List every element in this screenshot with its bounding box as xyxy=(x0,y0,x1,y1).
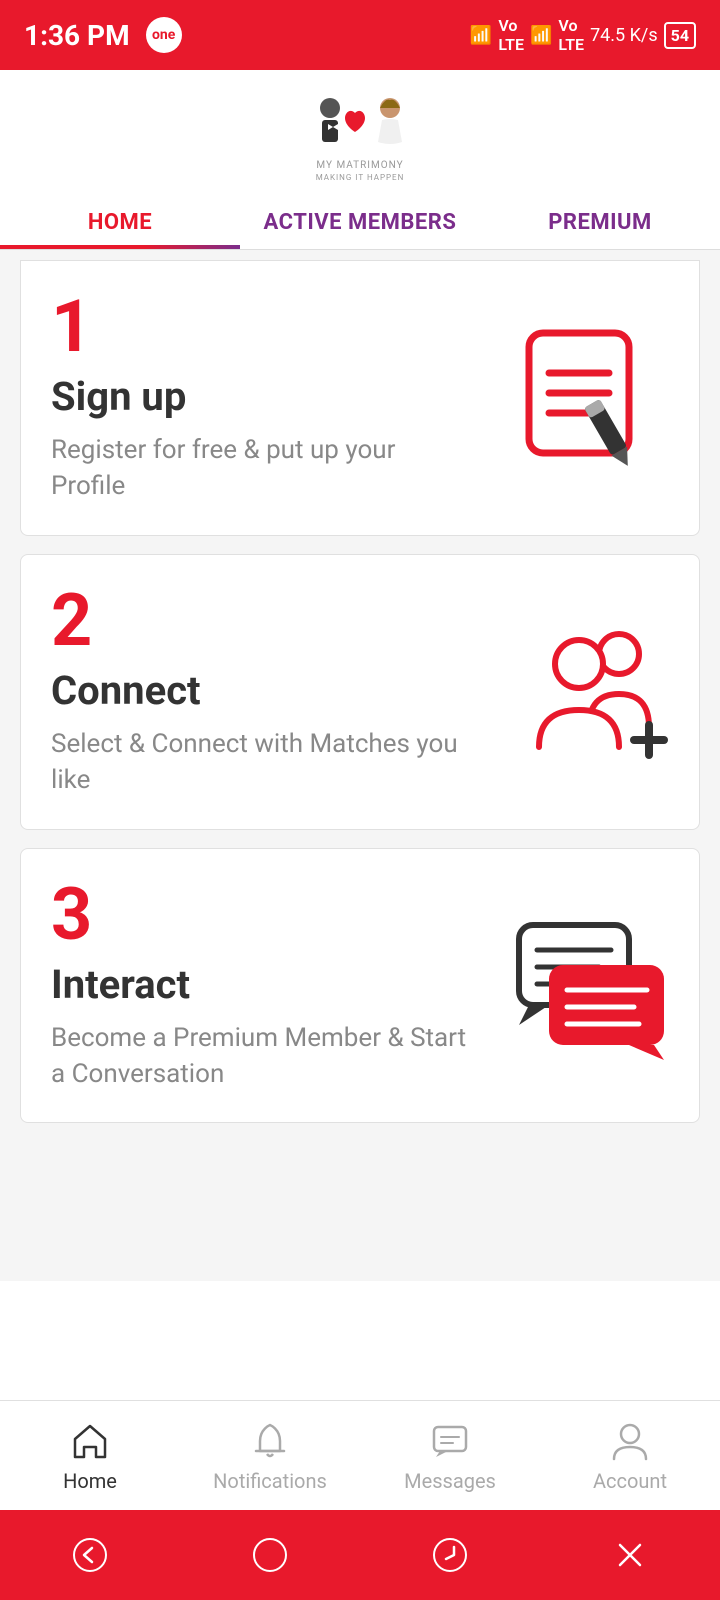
step-card-1: 1 Sign up Register for free & put up you… xyxy=(20,260,700,536)
step-2-desc: Select & Connect with Matches you like xyxy=(51,726,469,799)
android-home-button[interactable] xyxy=(240,1525,300,1585)
step-1-number: 1 xyxy=(51,291,469,363)
tab-premium[interactable]: PREMIUM xyxy=(480,192,720,249)
bottom-nav-home[interactable]: Home xyxy=(0,1401,180,1510)
android-back-button[interactable] xyxy=(60,1525,120,1585)
step-card-2: 2 Connect Select & Connect with Matches … xyxy=(20,554,700,830)
step-2-title: Connect xyxy=(51,667,469,714)
signup-icon xyxy=(509,318,669,478)
status-time: 1:36 PM xyxy=(24,19,130,52)
android-back-icon xyxy=(70,1535,110,1575)
bottom-nav-messages[interactable]: Messages xyxy=(360,1401,540,1510)
battery-indicator: 54 xyxy=(664,22,696,49)
tab-active-members[interactable]: ACTIVE MEMBERS xyxy=(240,192,480,249)
bell-icon xyxy=(248,1419,292,1463)
step-2-number: 2 xyxy=(51,585,469,657)
android-home-icon xyxy=(250,1535,290,1575)
android-recent-icon xyxy=(430,1535,470,1575)
logo-svg xyxy=(300,88,420,158)
step-3-desc: Become a Premium Member & Start a Conver… xyxy=(51,1020,469,1093)
bottom-nav-notifications[interactable]: Notifications xyxy=(180,1401,360,1510)
status-icons: 📶 VoLTE 📶 VoLTE 74.5 K/s 54 xyxy=(470,16,696,54)
step-1-desc: Register for free & put up your Profile xyxy=(51,432,469,505)
step-2-icon-area xyxy=(469,612,669,772)
tab-home[interactable]: HOME xyxy=(0,192,240,249)
logo-subtext: MY MATRIMONY xyxy=(316,160,403,171)
account-label: Account xyxy=(593,1469,667,1493)
nav-tabs: HOME ACTIVE MEMBERS PREMIUM xyxy=(0,192,720,250)
app-logo: MY MATRIMONY MAKING IT HAPPEN xyxy=(300,88,420,182)
android-nav-bar xyxy=(0,1510,720,1600)
step-3-text: 3 Interact Become a Premium Member & Sta… xyxy=(51,879,469,1093)
step-1-title: Sign up xyxy=(51,373,469,420)
one-badge: one xyxy=(146,17,182,53)
interact-icon xyxy=(509,905,669,1065)
android-menu-icon xyxy=(610,1535,650,1575)
step-2-text: 2 Connect Select & Connect with Matches … xyxy=(51,585,469,799)
notifications-label: Notifications xyxy=(213,1469,327,1493)
bottom-nav-account[interactable]: Account xyxy=(540,1401,720,1510)
bottom-nav: Home Notifications Messages Account xyxy=(0,1400,720,1510)
connect-icon xyxy=(509,612,669,772)
step-card-3: 3 Interact Become a Premium Member & Sta… xyxy=(20,848,700,1124)
step-1-text: 1 Sign up Register for free & put up you… xyxy=(51,291,469,505)
main-content: 1 Sign up Register for free & put up you… xyxy=(0,250,720,1281)
message-icon xyxy=(428,1419,472,1463)
messages-label: Messages xyxy=(404,1469,496,1493)
status-bar: 1:36 PM one 📶 VoLTE 📶 VoLTE 74.5 K/s 54 xyxy=(0,0,720,70)
logo-area: MY MATRIMONY MAKING IT HAPPEN xyxy=(0,70,720,192)
android-menu-button[interactable] xyxy=(600,1525,660,1585)
step-3-number: 3 xyxy=(51,879,469,951)
home-icon xyxy=(68,1419,112,1463)
step-3-title: Interact xyxy=(51,961,469,1008)
home-label: Home xyxy=(63,1469,117,1493)
account-icon xyxy=(608,1419,652,1463)
android-recent-button[interactable] xyxy=(420,1525,480,1585)
step-3-icon-area xyxy=(469,905,669,1065)
step-1-icon-area xyxy=(469,318,669,478)
